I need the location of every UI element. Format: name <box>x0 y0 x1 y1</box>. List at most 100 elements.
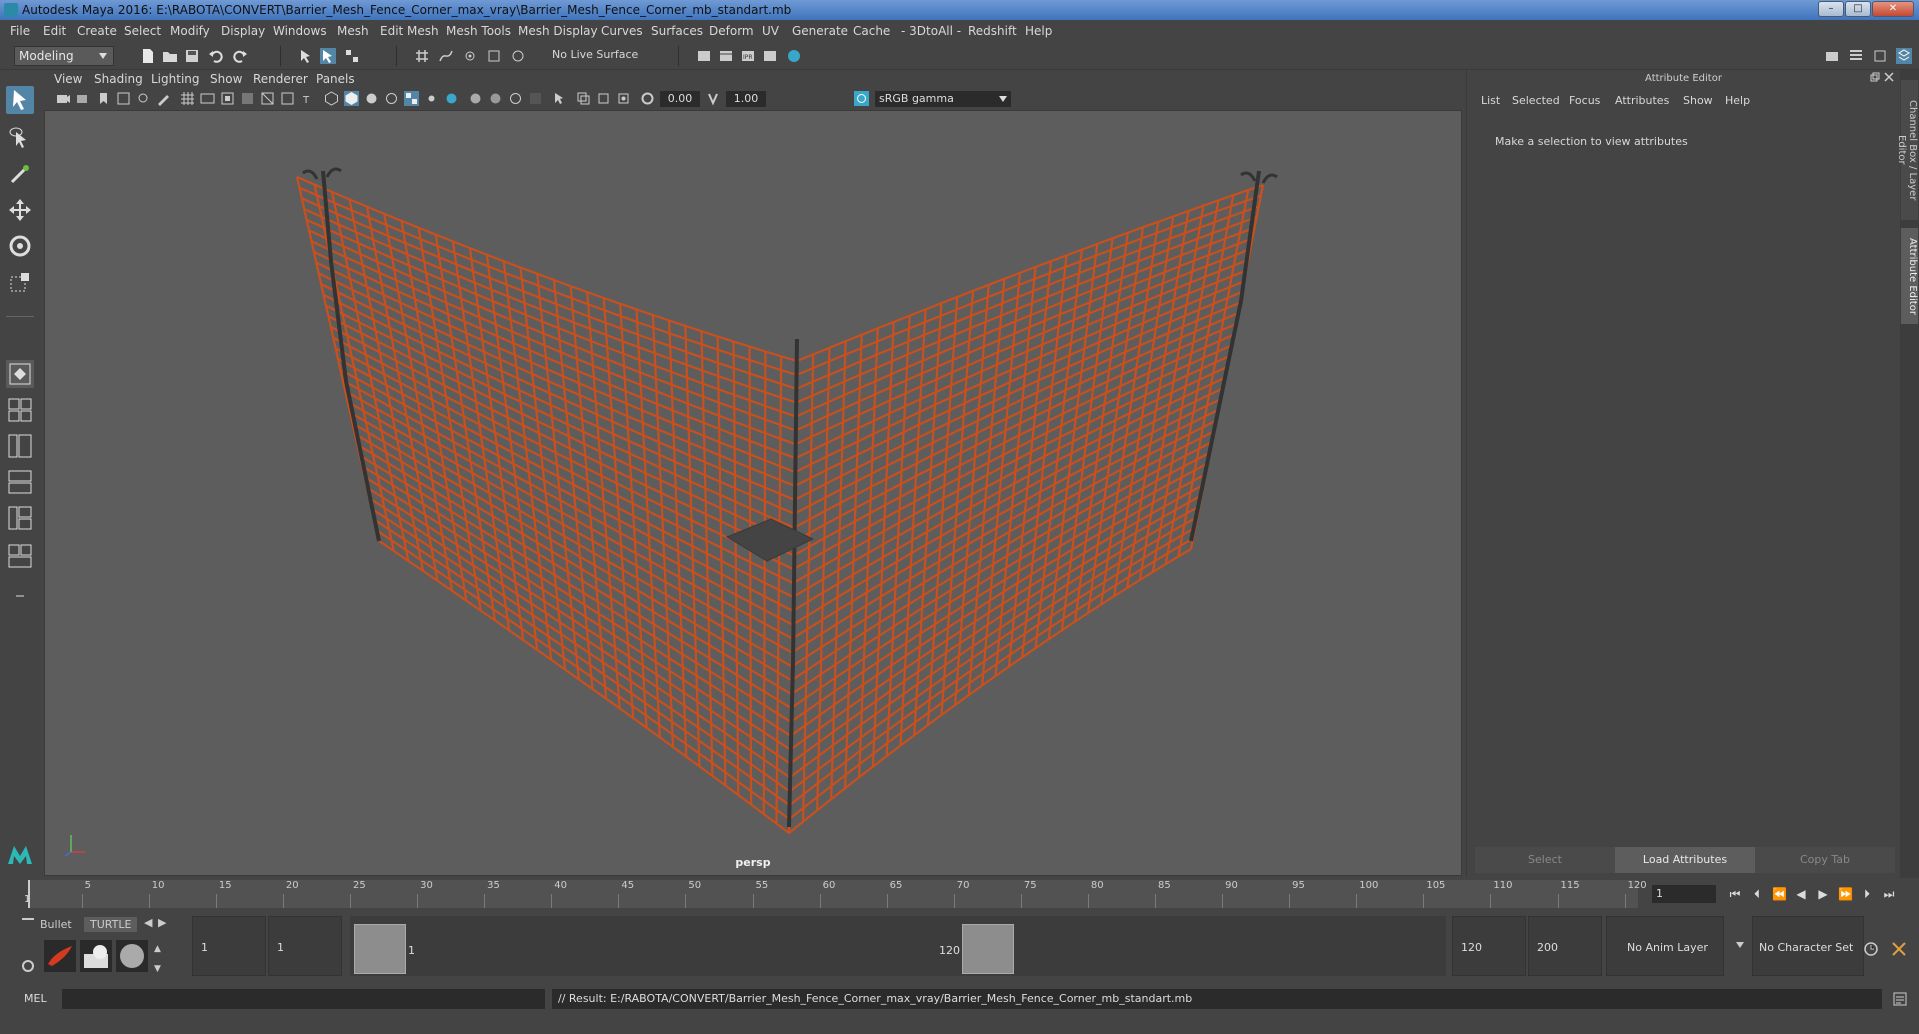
end-time-field[interactable]: 200 <box>1528 916 1602 976</box>
resolution-gate-icon[interactable] <box>220 91 235 106</box>
menu-surfaces[interactable]: Surfaces <box>651 24 703 38</box>
custom-layout-icon[interactable] <box>6 582 34 610</box>
scale-tool-icon[interactable] <box>6 268 34 296</box>
rotate-tool-icon[interactable] <box>6 232 34 260</box>
exposure-field[interactable]: 0.00 <box>660 91 700 107</box>
range-end-handle[interactable] <box>962 924 1014 974</box>
snap-curve-icon[interactable] <box>438 48 454 64</box>
play-forwards-icon[interactable]: ▶ <box>1816 887 1830 901</box>
gamma-icon[interactable] <box>706 91 721 106</box>
toggle-channel-box-icon[interactable] <box>1896 48 1912 64</box>
camera-attributes-icon[interactable] <box>76 91 91 106</box>
gate-mask-icon[interactable] <box>240 91 255 106</box>
shelf-tab-bullet[interactable]: Bullet <box>40 918 72 931</box>
ae-select-button[interactable]: Select <box>1475 847 1615 873</box>
select-component-icon[interactable] <box>344 48 360 64</box>
render-settings-icon[interactable] <box>696 48 712 64</box>
field-chart-icon[interactable] <box>260 91 275 106</box>
go-to-end-icon[interactable]: ⏭ <box>1882 887 1896 901</box>
select-hierarchy-icon[interactable] <box>298 48 314 64</box>
shelf-scroll-down-icon[interactable]: ▼ <box>154 964 161 974</box>
menu-file[interactable]: File <box>10 24 30 38</box>
move-tool-icon[interactable] <box>6 196 34 224</box>
menu-edit[interactable]: Edit <box>43 24 66 38</box>
exposure-icon[interactable] <box>640 91 655 106</box>
safe-action-icon[interactable] <box>280 91 295 106</box>
grid-icon[interactable] <box>180 91 195 106</box>
menu-mesh[interactable]: Mesh <box>337 24 369 38</box>
snap-grid-icon[interactable] <box>414 48 430 64</box>
animation-preferences-icon[interactable] <box>1890 940 1908 958</box>
time-ruler[interactable]: 1 51015202530354045505560657075808590951… <box>24 880 1647 908</box>
camera-icon[interactable] <box>56 91 71 106</box>
menu-3dtoall[interactable]: - 3DtoAll - <box>901 24 961 38</box>
scene-canvas[interactable] <box>45 111 1462 876</box>
shelf-bake-icon[interactable] <box>80 940 112 972</box>
viewport-menu-renderer[interactable]: Renderer <box>253 72 308 86</box>
playback-start-field[interactable]: 1 <box>268 916 342 976</box>
snap-live-icon[interactable] <box>510 48 526 64</box>
menu-uv[interactable]: UV <box>762 24 779 38</box>
auto-key-icon[interactable] <box>1862 940 1880 958</box>
menu-set-dropdown[interactable]: Modeling <box>14 46 114 66</box>
menu-redshift[interactable]: Redshift <box>968 24 1017 38</box>
step-back-key-icon[interactable]: ⏴ <box>1750 887 1764 901</box>
film-gate-icon[interactable] <box>200 91 215 106</box>
lasso-tool-icon[interactable] <box>6 124 34 152</box>
menu-display[interactable]: Display <box>221 24 265 38</box>
playback-end-field[interactable]: 120 <box>1452 916 1526 976</box>
perspective-viewport[interactable]: persp <box>44 110 1462 876</box>
wireframe-on-shaded-icon[interactable] <box>384 91 399 106</box>
menu-cache[interactable]: Cache <box>853 24 890 38</box>
xray-joints-icon[interactable] <box>596 91 611 106</box>
wireframe-icon[interactable] <box>324 91 339 106</box>
2d-pan-zoom-icon[interactable] <box>136 91 151 106</box>
snap-point-icon[interactable] <box>462 48 478 64</box>
paint-select-tool-icon[interactable] <box>6 160 34 188</box>
default-material-icon[interactable] <box>364 91 379 106</box>
ae-copy-tab-button[interactable]: Copy Tab <box>1755 847 1895 873</box>
menu-modify[interactable]: Modify <box>170 24 210 38</box>
toggle-modeling-toolkit-icon[interactable] <box>1824 48 1840 64</box>
persp-outliner-graph-layout-icon[interactable] <box>6 504 34 532</box>
shelf-turtle-render-icon[interactable] <box>44 940 76 972</box>
step-forward-frame-icon[interactable]: ⏩ <box>1838 887 1853 901</box>
render-frame-icon[interactable] <box>718 48 734 64</box>
new-scene-icon[interactable] <box>140 48 156 64</box>
toggle-tool-settings-icon[interactable] <box>1872 48 1888 64</box>
depth-of-field-icon[interactable] <box>528 91 543 106</box>
gamma-field[interactable]: 1.00 <box>726 91 766 107</box>
ae-menu-show[interactable]: Show <box>1683 94 1713 107</box>
playback-range-slider[interactable]: 1 120 <box>350 916 1446 976</box>
xray-icon[interactable] <box>576 91 591 106</box>
textured-icon[interactable] <box>404 91 419 106</box>
render-view-icon[interactable] <box>762 48 778 64</box>
anim-layer-dropdown[interactable]: No Anim Layer <box>1606 916 1724 976</box>
channel-box-tab[interactable]: Channel Box / Layer Editor <box>1896 80 1918 220</box>
use-all-lights-icon[interactable] <box>424 91 439 106</box>
menu-mesh-tools[interactable]: Mesh Tools <box>446 24 511 38</box>
redo-icon[interactable] <box>232 48 248 64</box>
persp-graph-layout-icon[interactable] <box>6 468 34 496</box>
ae-menu-selected[interactable]: Selected <box>1512 94 1560 107</box>
command-input[interactable] <box>62 989 545 1009</box>
menu-windows[interactable]: Windows <box>273 24 327 38</box>
maximize-button[interactable]: □ <box>1845 1 1871 17</box>
menu-select[interactable]: Select <box>124 24 161 38</box>
shelf-tab-turtle[interactable]: TURTLE <box>84 917 138 932</box>
bookmark-icon[interactable] <box>96 91 111 106</box>
persp-outliner-layout-icon[interactable] <box>6 432 34 460</box>
fence-net-right[interactable] <box>787 183 1265 834</box>
menu-deform[interactable]: Deform <box>709 24 754 38</box>
select-tool-icon[interactable] <box>6 86 34 114</box>
ae-load-attributes-button[interactable]: Load Attributes <box>1615 847 1755 873</box>
attribute-editor-tab[interactable]: Attribute Editor <box>1901 228 1918 324</box>
close-button[interactable]: ✕ <box>1872 1 1914 17</box>
current-time-marker[interactable] <box>28 880 30 908</box>
shelf-settings-icon[interactable] <box>22 960 34 972</box>
character-set-dropdown[interactable]: No Character Set <box>1752 916 1864 976</box>
persp-hypershade-layout-icon[interactable] <box>6 542 34 570</box>
float-panel-icon[interactable] <box>1870 72 1880 82</box>
hypershade-icon[interactable] <box>786 48 802 64</box>
viewport-menu-panels[interactable]: Panels <box>316 72 355 86</box>
